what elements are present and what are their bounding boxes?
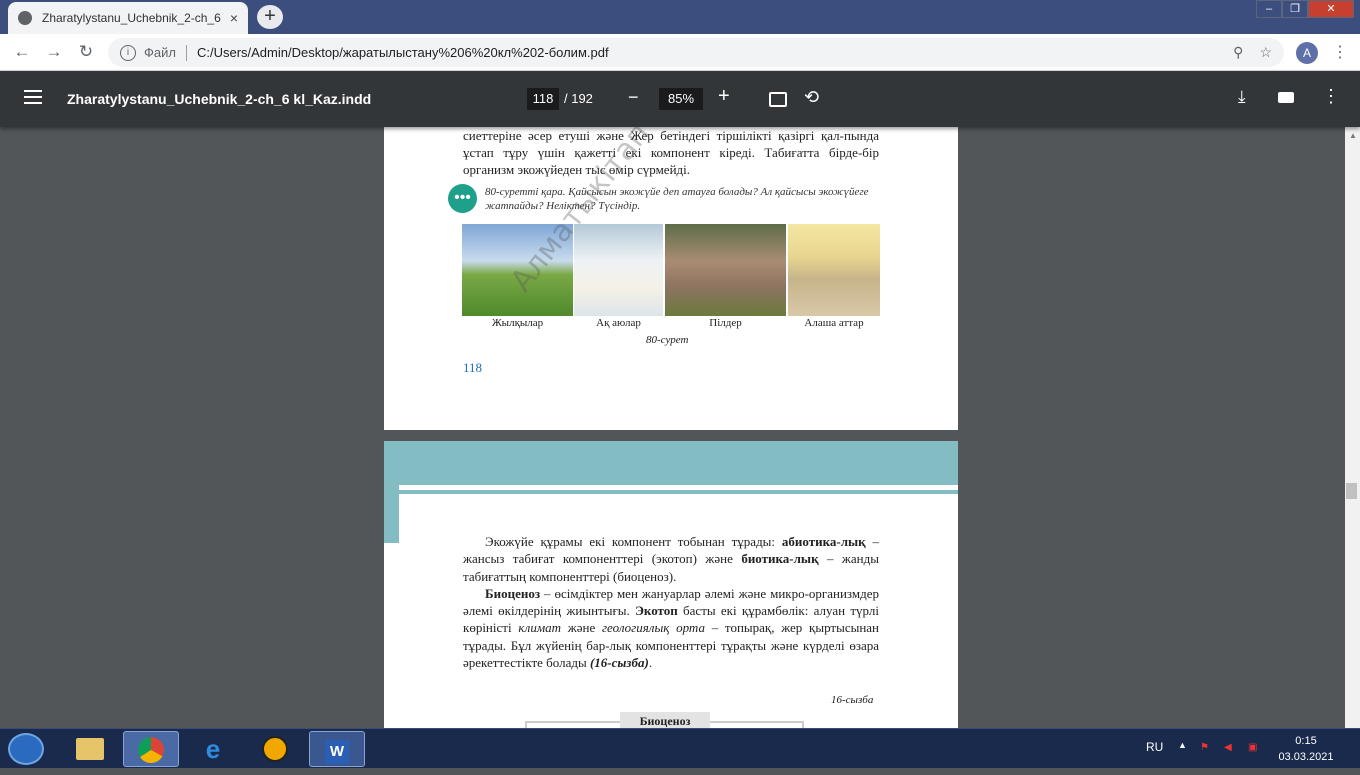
print-icon[interactable] — [1278, 92, 1294, 103]
term-climate: климат — [518, 620, 562, 636]
profile-avatar[interactable]: A — [1296, 42, 1318, 64]
clock-date: 03.03.2021 — [1278, 751, 1334, 763]
scrollbar-thumb[interactable] — [1346, 483, 1357, 499]
pdf-viewer[interactable]: сиеттеріне әсер етуші және Жер бетіндегі… — [0, 127, 1345, 728]
figure-caption: 80-сурет — [646, 334, 689, 346]
page-number-input[interactable]: 118 — [527, 88, 559, 110]
term-geological-environment: геологиялық орта — [601, 620, 705, 636]
explorer-taskbar-icon[interactable] — [62, 731, 118, 767]
text-run: және — [561, 620, 602, 636]
back-button[interactable]: ← — [12, 42, 32, 62]
scheme-title: Биоценоз — [620, 712, 710, 728]
clock[interactable]: 0:15 03.03.2021 — [1276, 733, 1336, 765]
scheme-label: Файл — [144, 45, 176, 60]
term-biocenosis: Биоценоз — [485, 585, 541, 601]
text-run: Экожүйе құрамы екі компонент тобынан тұр… — [485, 534, 782, 549]
zoom-input[interactable]: 85% — [659, 88, 703, 110]
scheme-label: 16-сызба — [831, 694, 874, 706]
caption-elephants: Пілдер — [709, 317, 742, 329]
photo-polar-bears — [574, 224, 663, 316]
header-band — [384, 441, 958, 485]
pdf-page-119: Экожүйе құрамы екі компонент тобынан тұр… — [384, 441, 958, 728]
browser-toolbar: ← → ↻ i Файл C:/Users/Admin/Desktop/жара… — [0, 34, 1360, 71]
document-title: Zharatylystanu_Uchebnik_2-ch_6 kl_Kaz.in… — [67, 91, 372, 107]
download-icon[interactable]: ⤓ — [1238, 87, 1246, 107]
chrome-taskbar-icon[interactable] — [123, 731, 179, 767]
page-number: 118 — [463, 360, 483, 375]
info-icon[interactable]: i — [120, 44, 136, 61]
term-abiotic: абиотика-лық — [781, 534, 866, 549]
term-ecotope: Экотоп — [635, 603, 678, 619]
network-icon[interactable]: ▣ — [1248, 741, 1262, 755]
more-actions-icon[interactable]: ⋮ — [1322, 86, 1340, 107]
clock-time: 0:15 — [1295, 735, 1317, 747]
volume-icon[interactable]: ◀ — [1224, 741, 1238, 755]
zoom-out-button[interactable]: − — [628, 87, 639, 108]
language-indicator[interactable]: RU — [1146, 740, 1163, 754]
scheme-reference: (16-сызба) — [589, 655, 649, 671]
omnibox-divider — [185, 44, 187, 61]
close-window-button[interactable]: ✕ — [1308, 0, 1354, 18]
photo-elephants — [665, 224, 786, 316]
page-total: / 192 — [564, 91, 593, 106]
photo-zebras — [788, 224, 880, 316]
paragraph-1: Экожүйе құрамы екі компонент тобынан тұр… — [463, 533, 879, 585]
minimize-button[interactable]: ‒ — [1256, 0, 1282, 18]
page-text: сиеттеріне әсер етуші және Жер бетіндегі… — [463, 128, 879, 177]
side-band — [384, 485, 399, 543]
scroll-up-arrow-icon[interactable]: ▲ — [1349, 131, 1357, 140]
fit-page-icon[interactable] — [769, 92, 787, 107]
tab-strip: Zharatylystanu_Uchebnik_2-ch_6 × + ‒ ❐ ✕ — [0, 0, 1360, 34]
forward-button[interactable]: → — [44, 42, 64, 62]
text-run: . — [648, 655, 653, 671]
browser-tab[interactable]: Zharatylystanu_Uchebnik_2-ch_6 × — [8, 2, 248, 34]
header-stripe — [399, 486, 958, 494]
maximize-button[interactable]: ❐ — [1282, 0, 1308, 18]
caption-horses: Жылқылар — [491, 317, 544, 329]
windows-taskbar: e W RU ▲ ⚑ ◀ ▣ 0:15 03.03.2021 — [0, 728, 1360, 768]
tab-title: Zharatylystanu_Uchebnik_2-ch_6 — [42, 11, 221, 25]
tray-expand-icon[interactable]: ▲ — [1178, 740, 1187, 750]
zoom-in-button[interactable]: + — [718, 85, 730, 108]
rotate-icon[interactable]: ⟲ — [804, 87, 819, 108]
chat-bubble-icon: ••• — [448, 184, 477, 213]
tab-close-icon[interactable]: × — [230, 10, 238, 26]
flag-icon[interactable]: ⚑ — [1200, 741, 1214, 755]
body-text: Экожүйе құрамы екі компонент тобынан тұр… — [463, 533, 879, 671]
ie-taskbar-icon[interactable]: e — [185, 731, 241, 767]
start-button[interactable] — [8, 733, 44, 765]
browser-menu-icon[interactable]: ⋮ — [1332, 42, 1348, 62]
zoom-icon[interactable]: ⚲ — [1233, 44, 1243, 61]
reload-button[interactable]: ↻ — [76, 42, 96, 62]
word-taskbar-icon[interactable]: W — [309, 731, 365, 767]
term-biotic: биотика-лық — [741, 551, 819, 567]
new-tab-button[interactable]: + — [257, 5, 283, 29]
question-text: 80-суретті қара. Қайсысын экожүйе деп ат… — [485, 186, 869, 212]
bookmark-star-icon[interactable]: ☆ — [1259, 44, 1272, 61]
vertical-scrollbar[interactable] — [1345, 127, 1360, 728]
caption-zebras: Алаша аттар — [804, 317, 864, 329]
url-text[interactable]: C:/Users/Admin/Desktop/жаратылыстану%206… — [197, 45, 1217, 60]
caption-polar-bears: Ақ аюлар — [596, 317, 641, 329]
globe-icon — [18, 11, 32, 25]
pdf-page-118: сиеттеріне әсер етуші және Жер бетіндегі… — [384, 127, 958, 430]
pdf-toolbar: Zharatylystanu_Uchebnik_2-ch_6 kl_Kaz.in… — [0, 71, 1360, 127]
address-bar[interactable]: i Файл C:/Users/Admin/Desktop/жаратылыст… — [108, 38, 1284, 67]
paragraph-2: Биоценоз – өсімдіктер мен жануарлар әлем… — [463, 585, 879, 671]
hamburger-menu-icon[interactable] — [24, 90, 42, 104]
app-taskbar-icon[interactable] — [247, 731, 303, 767]
